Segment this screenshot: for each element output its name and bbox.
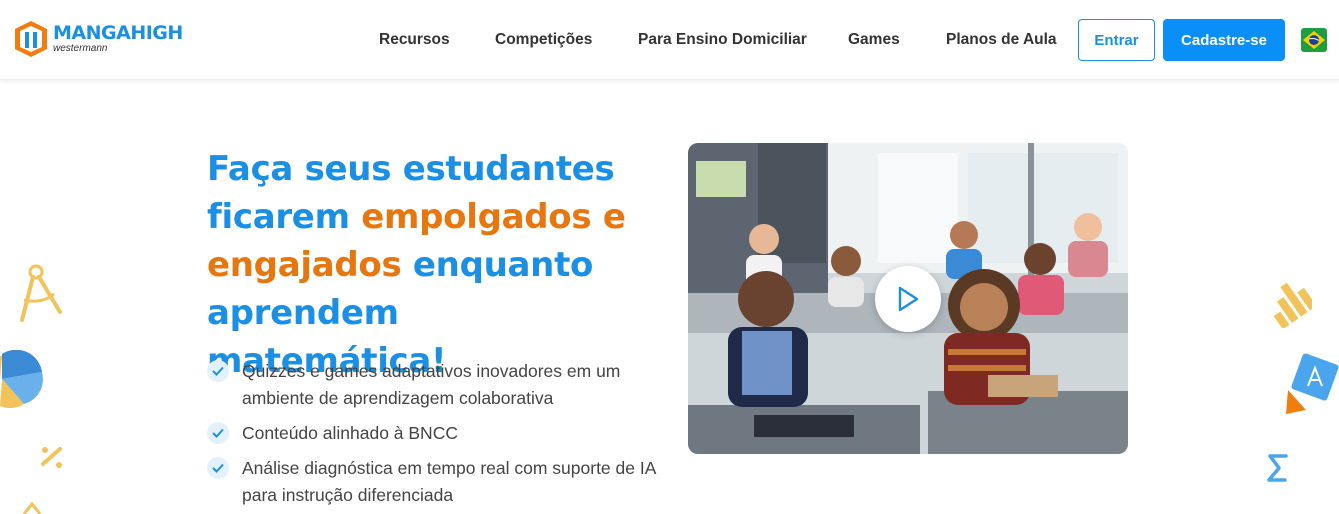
bar-chart-icon xyxy=(1273,282,1312,328)
mangahigh-logo-icon xyxy=(15,21,47,57)
sigma-icon xyxy=(1267,454,1288,482)
play-button[interactable] xyxy=(875,266,941,332)
list-item: Análise diagnóstica em tempo real com su… xyxy=(207,455,667,509)
nav-ensino-domiciliar[interactable]: Para Ensino Domiciliar xyxy=(638,31,807,49)
compass-icon xyxy=(20,264,62,322)
check-icon xyxy=(207,422,229,444)
hero-title: Faça seus estudantes ficarem empolgados … xyxy=(207,145,637,385)
nav-planos-de-aula[interactable]: Planos de Aula xyxy=(946,31,1057,49)
list-item: Conteúdo alinhado à BNCC xyxy=(207,420,667,447)
check-icon xyxy=(207,360,229,382)
site-header: MANGAHIGH westermann Recursos Competiçõe… xyxy=(0,0,1339,80)
login-button[interactable]: Entrar xyxy=(1078,19,1155,61)
nav-games[interactable]: Games xyxy=(848,31,900,49)
pie-chart-icon xyxy=(0,350,43,408)
nav-recursos[interactable]: Recursos xyxy=(379,31,450,49)
video-thumbnail[interactable] xyxy=(688,143,1128,454)
signup-button[interactable]: Cadastre-se xyxy=(1163,19,1285,61)
brazil-flag-icon[interactable] xyxy=(1301,28,1327,52)
feature-text: Quizzes e games adaptativos inovadores e… xyxy=(242,361,621,408)
logo-name: MANGAHIGH xyxy=(53,22,183,44)
feature-text: Análise diagnóstica em tempo real com su… xyxy=(242,458,656,505)
logo[interactable]: MANGAHIGH westermann xyxy=(14,20,183,58)
nav-competicoes[interactable]: Competições xyxy=(495,31,592,49)
shape-icon xyxy=(22,502,42,514)
divide-icon xyxy=(41,447,62,468)
feature-list: Quizzes e games adaptativos inovadores e… xyxy=(207,358,667,514)
list-item: Quizzes e games adaptativos inovadores e… xyxy=(207,358,667,412)
feature-text: Conteúdo alinhado à BNCC xyxy=(242,423,458,443)
play-icon xyxy=(898,286,919,312)
logo-subtitle: westermann xyxy=(53,43,108,54)
geometry-set-icon xyxy=(1286,353,1339,414)
check-icon xyxy=(207,457,229,479)
